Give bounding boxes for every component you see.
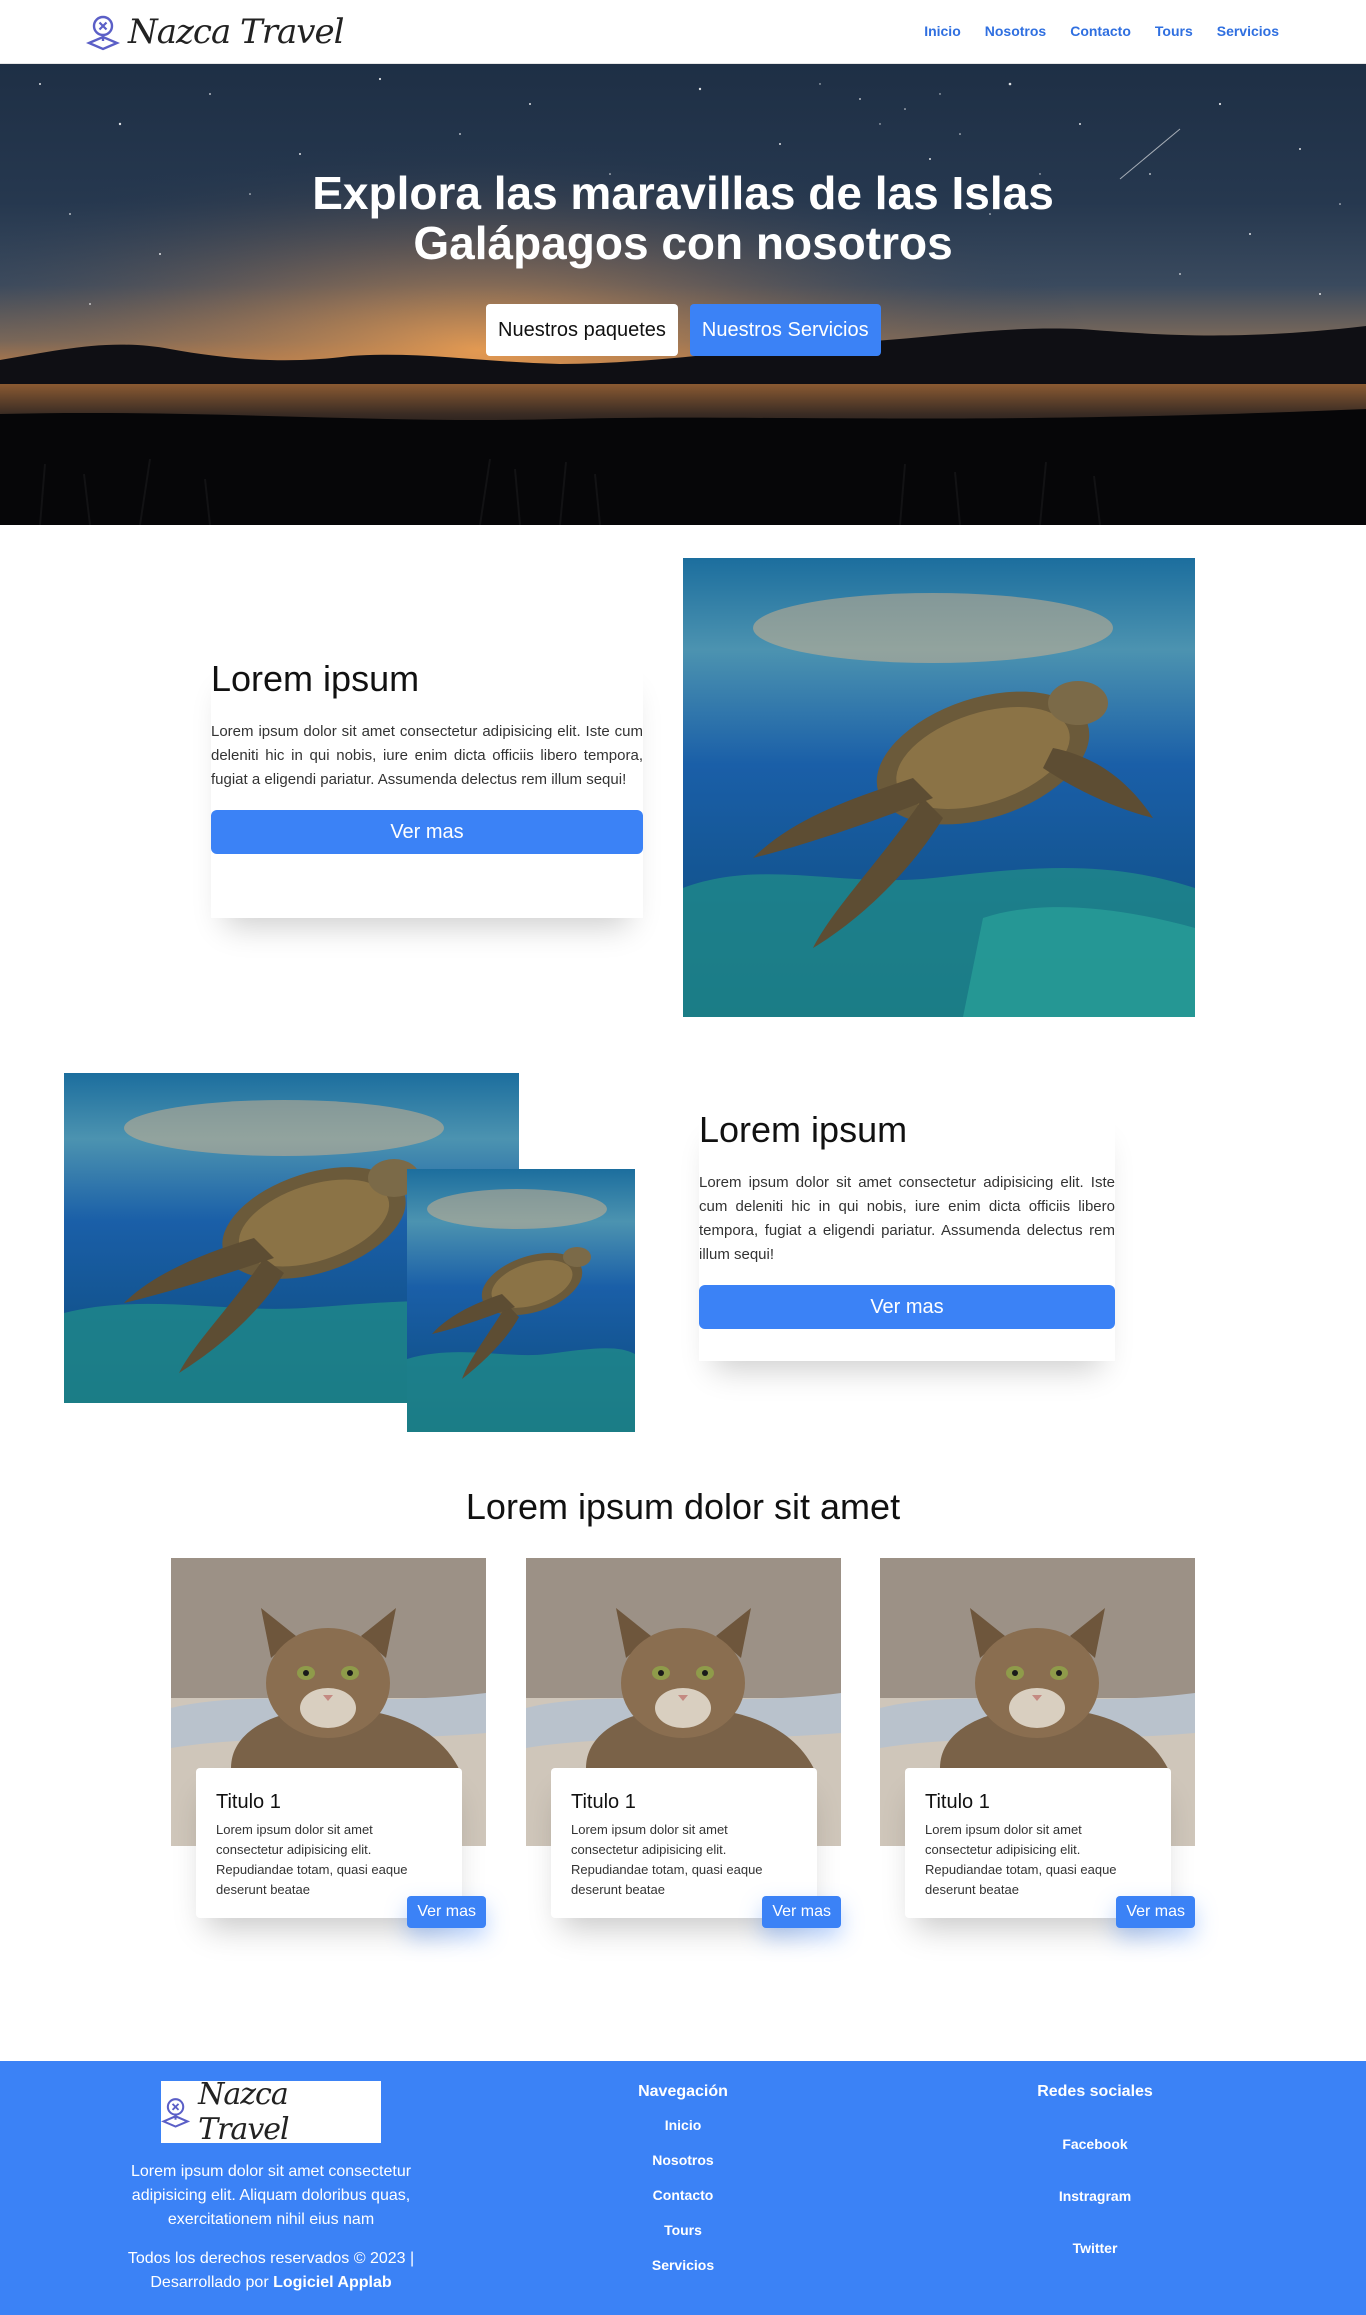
feature-1-text: Lorem ipsum dolor sit amet consectetur a… — [211, 723, 643, 788]
cards-section-title: Lorem ipsum dolor sit amet — [465, 1486, 901, 1527]
footer-link-tours[interactable]: Tours — [583, 2222, 783, 2238]
nav-link-inicio[interactable]: Inicio — [924, 23, 961, 39]
card-3-title: Titulo 1 — [925, 1791, 990, 1813]
footer-link-contacto[interactable]: Contacto — [583, 2187, 783, 2203]
footer-link-servicios[interactable]: Servicios — [583, 2257, 783, 2273]
footer-nav-title: Navegación — [638, 2083, 728, 2100]
footer: Nazca Travel Lorem ipsum dolor sit amet … — [0, 2061, 1366, 2315]
feature-1-title: Lorem ipsum — [211, 658, 420, 699]
navbar: Nazca Travel Inicio Nosotros Contacto To… — [0, 0, 1366, 64]
services-button[interactable]: Nuestros Servicios — [689, 304, 881, 356]
card-3-more-button[interactable]: Ver mas — [1116, 1896, 1195, 1928]
instagram-link[interactable]: Instragram — [995, 2188, 1195, 2204]
card-1-title: Titulo 1 — [216, 1791, 281, 1813]
hero-banner: Explora las maravillas de las Islas Galá… — [0, 64, 1366, 525]
hero-title: Explora las maravillas de las Islas Galá… — [312, 167, 1054, 269]
brand-logo[interactable]: Nazca Travel — [86, 12, 344, 52]
card-3-text: Lorem ipsum dolor sit amet consectetur a… — [925, 1822, 1117, 1897]
main-nav: Inicio Nosotros Contacto Tours Servicios — [924, 23, 1279, 39]
footer-copyright: Todos los derechos reservados © 2023 | D… — [120, 2247, 422, 2295]
developer-name: Logiciel Applab — [273, 2274, 392, 2291]
nav-link-tours[interactable]: Tours — [1155, 23, 1193, 39]
sea-turtle-image — [683, 558, 1195, 1017]
footer-brand-name: Nazca Travel — [198, 2077, 290, 2147]
nav-link-contacto[interactable]: Contacto — [1070, 23, 1131, 39]
map-pin-icon — [161, 2098, 191, 2128]
card-2: Titulo 1 Lorem ipsum dolor sit amet cons… — [526, 1558, 841, 1928]
facebook-link[interactable]: Facebook — [995, 2136, 1195, 2152]
footer-description: Lorem ipsum dolor sit amet consectetur a… — [130, 2163, 412, 2228]
sea-turtle-image-small — [407, 1169, 635, 1432]
footer-link-nosotros[interactable]: Nosotros — [583, 2152, 783, 2168]
nav-link-nosotros[interactable]: Nosotros — [985, 23, 1046, 39]
feature-card-1: Lorem ipsum Lorem ipsum dolor sit amet c… — [211, 658, 643, 944]
footer-social: Redes sociales Facebook Instragram Twitt… — [995, 2083, 1195, 2256]
card-1: Titulo 1 Lorem ipsum dolor sit amet cons… — [171, 1558, 486, 1928]
hero-actions: Nuestros paquetes Nuestros Servicios — [486, 304, 881, 356]
map-pin-icon — [86, 15, 120, 51]
feature-2-more-button[interactable]: Ver mas — [699, 1285, 1115, 1329]
packages-button[interactable]: Nuestros paquetes — [486, 304, 678, 356]
night-lake-background-image — [0, 64, 1366, 525]
footer-link-inicio[interactable]: Inicio — [583, 2117, 783, 2133]
feature-2-text: Lorem ipsum dolor sit amet consectetur a… — [699, 1174, 1115, 1263]
footer-navigation: Navegación Inicio Nosotros Contacto Tour… — [583, 2083, 783, 2273]
brand-name: Nazca Travel — [128, 12, 344, 52]
card-2-title: Titulo 1 — [571, 1791, 636, 1813]
footer-social-title: Redes sociales — [1037, 2083, 1153, 2100]
card-3: Titulo 1 Lorem ipsum dolor sit amet cons… — [880, 1558, 1195, 1928]
card-1-more-button[interactable]: Ver mas — [407, 1896, 486, 1928]
twitter-link[interactable]: Twitter — [995, 2240, 1195, 2256]
nav-link-servicios[interactable]: Servicios — [1217, 23, 1279, 39]
feature-2-title: Lorem ipsum — [699, 1109, 908, 1150]
card-1-text: Lorem ipsum dolor sit amet consectetur a… — [216, 1822, 408, 1897]
card-2-text: Lorem ipsum dolor sit amet consectetur a… — [571, 1822, 763, 1897]
footer-brand-logo[interactable]: Nazca Travel — [161, 2077, 381, 2147]
feature-1-more-button[interactable]: Ver mas — [211, 810, 643, 854]
feature-card-2: Lorem ipsum Lorem ipsum dolor sit amet c… — [699, 1109, 1115, 1397]
card-2-more-button[interactable]: Ver mas — [762, 1896, 841, 1928]
